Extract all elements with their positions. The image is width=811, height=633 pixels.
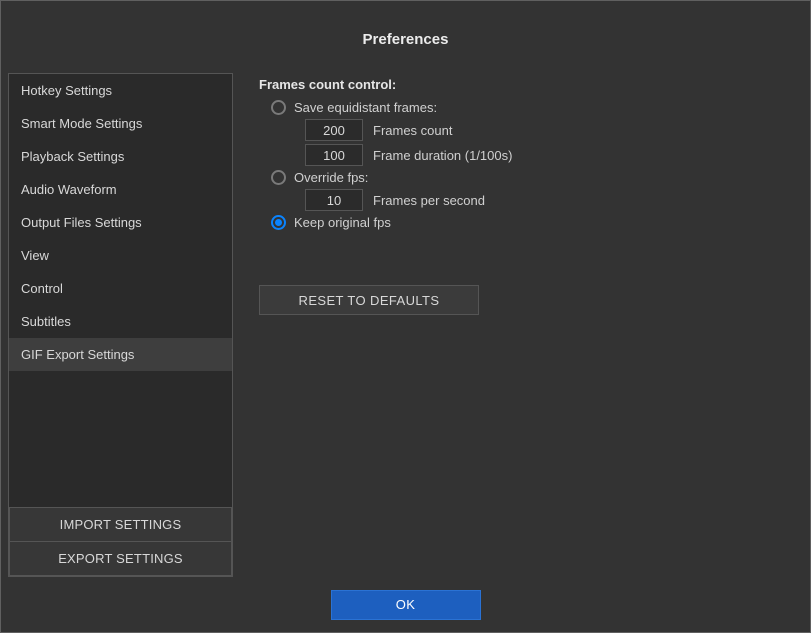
- radio-override-fps[interactable]: Override fps:: [271, 170, 803, 185]
- frame-duration-input[interactable]: [305, 144, 363, 166]
- sidebar-item-view[interactable]: View: [9, 239, 232, 272]
- ok-button[interactable]: OK: [331, 590, 481, 620]
- frame-duration-label: Frame duration (1/100s): [373, 148, 512, 163]
- content-panel: Frames count control: Save equidistant f…: [253, 73, 803, 577]
- fps-label: Frames per second: [373, 193, 485, 208]
- sidebar-item-playback-settings[interactable]: Playback Settings: [9, 140, 232, 173]
- sidebar-item-subtitles[interactable]: Subtitles: [9, 305, 232, 338]
- sidebar-item-smart-mode-settings[interactable]: Smart Mode Settings: [9, 107, 232, 140]
- radio-label: Keep original fps: [294, 215, 391, 230]
- radio-icon: [271, 215, 286, 230]
- body: Hotkey Settings Smart Mode Settings Play…: [1, 73, 810, 577]
- sidebar-item-audio-waveform[interactable]: Audio Waveform: [9, 173, 232, 206]
- page-title: Preferences: [1, 1, 810, 73]
- radio-save-equidistant[interactable]: Save equidistant frames:: [271, 100, 803, 115]
- frames-count-input[interactable]: [305, 119, 363, 141]
- reset-to-defaults-button[interactable]: RESET TO DEFAULTS: [259, 285, 479, 315]
- footer: OK: [1, 577, 810, 632]
- sidebar: Hotkey Settings Smart Mode Settings Play…: [8, 73, 233, 577]
- sidebar-bottom: IMPORT SETTINGS EXPORT SETTINGS: [9, 507, 232, 576]
- radio-label: Save equidistant frames:: [294, 100, 437, 115]
- frames-count-control-heading: Frames count control:: [259, 77, 803, 92]
- sidebar-items: Hotkey Settings Smart Mode Settings Play…: [9, 74, 232, 507]
- sidebar-item-output-files-settings[interactable]: Output Files Settings: [9, 206, 232, 239]
- import-settings-button[interactable]: IMPORT SETTINGS: [9, 507, 232, 542]
- sidebar-item-gif-export-settings[interactable]: GIF Export Settings: [9, 338, 232, 371]
- fps-input[interactable]: [305, 189, 363, 211]
- export-settings-button[interactable]: EXPORT SETTINGS: [9, 541, 232, 576]
- fps-field-row: Frames per second: [305, 189, 803, 211]
- radio-label: Override fps:: [294, 170, 368, 185]
- frames-count-field-row: Frames count: [305, 119, 803, 141]
- frames-count-label: Frames count: [373, 123, 452, 138]
- frame-duration-field-row: Frame duration (1/100s): [305, 144, 803, 166]
- radio-keep-original-fps[interactable]: Keep original fps: [271, 215, 803, 230]
- sidebar-item-hotkey-settings[interactable]: Hotkey Settings: [9, 74, 232, 107]
- radio-icon: [271, 170, 286, 185]
- radio-icon: [271, 100, 286, 115]
- sidebar-item-control[interactable]: Control: [9, 272, 232, 305]
- preferences-window: Preferences Hotkey Settings Smart Mode S…: [0, 0, 811, 633]
